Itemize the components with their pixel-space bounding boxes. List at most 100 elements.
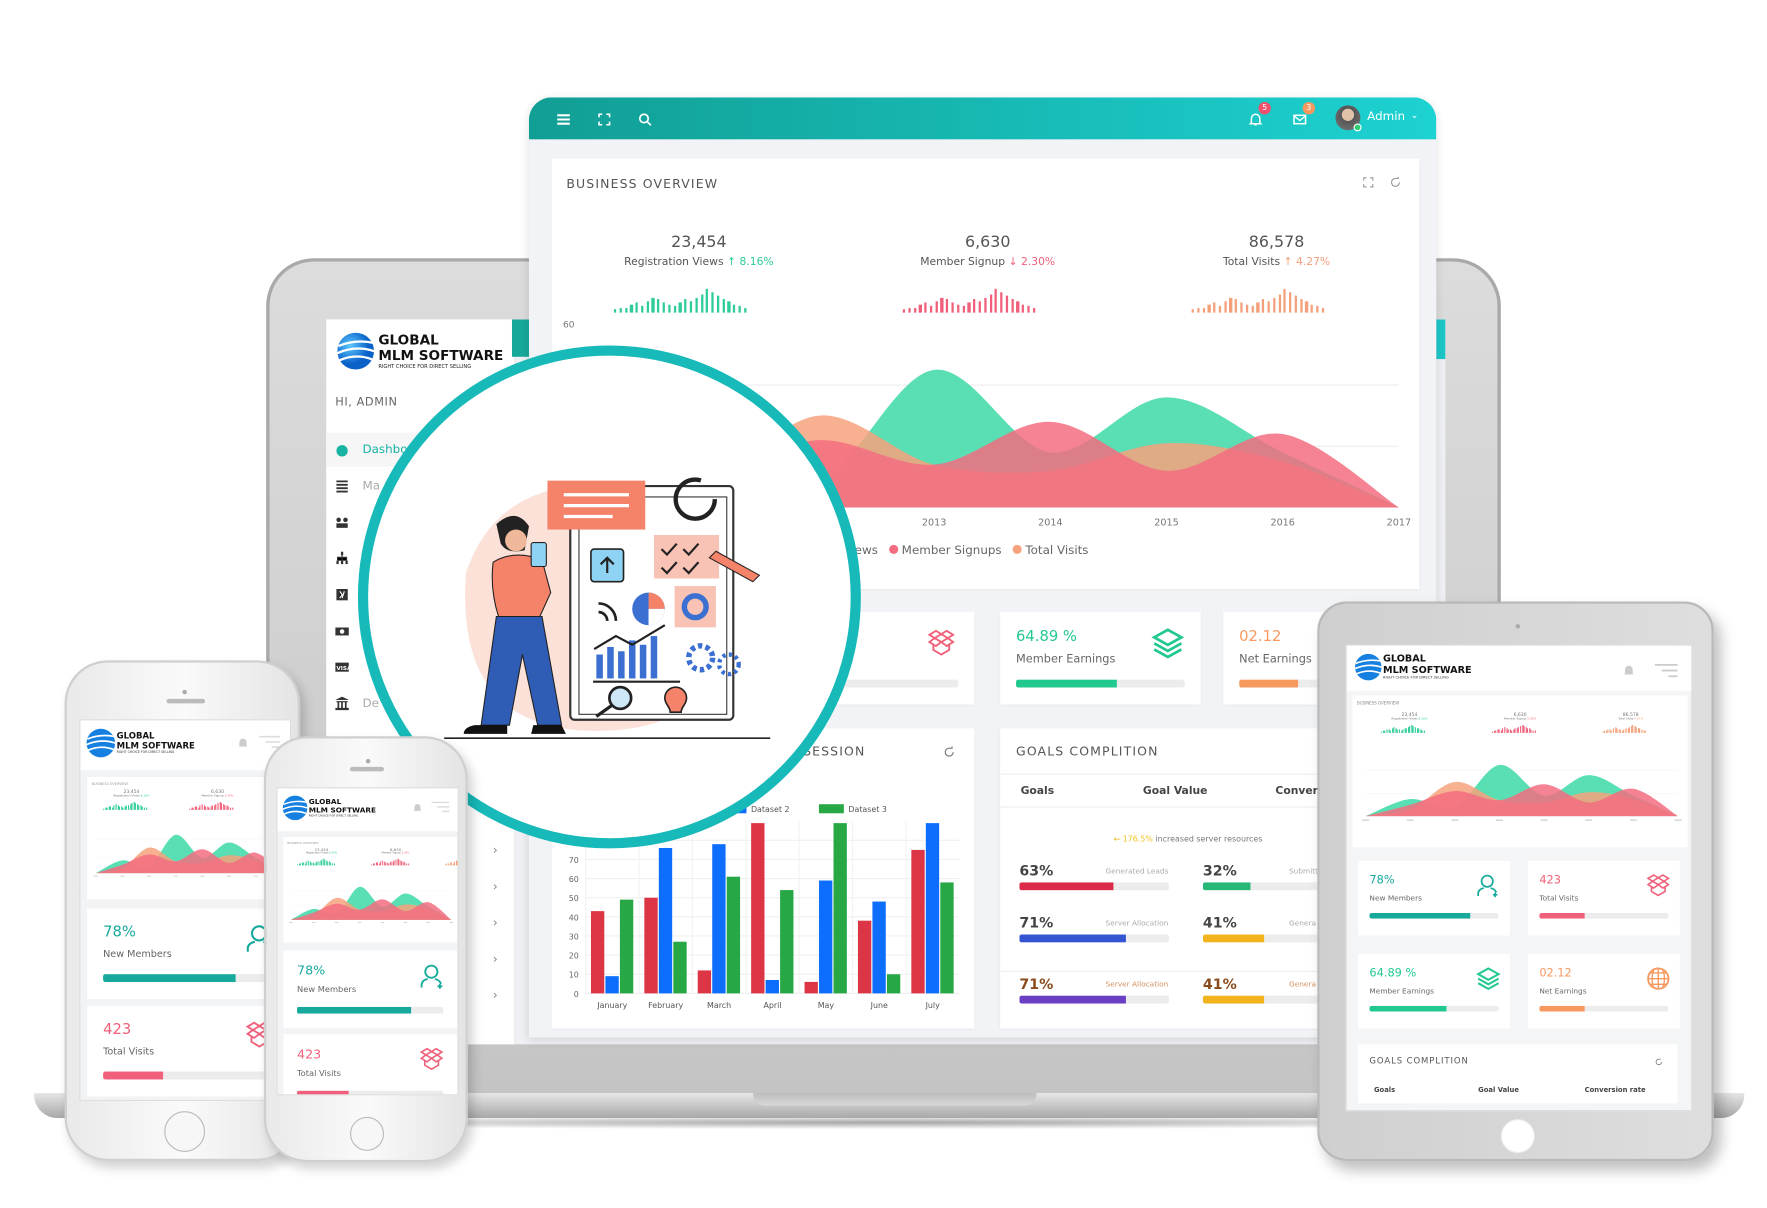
sparkline-bar	[716, 295, 720, 313]
user-avatar[interactable]	[1335, 105, 1362, 132]
column-header[interactable]: Goals	[1374, 1086, 1395, 1094]
fullscreen-button[interactable]	[597, 110, 612, 132]
card-title: BUSINESS OVERVIEW	[1356, 701, 1400, 706]
sparkline-bar	[1391, 728, 1393, 733]
phone-camera	[365, 758, 371, 764]
laptop-header-strip-right	[1436, 319, 1446, 360]
legend-item[interactable]: Total Visits	[1012, 544, 1089, 557]
brand-line1: GLOBAL	[378, 331, 439, 348]
goal-percent: 41%	[1202, 914, 1237, 932]
legend-item[interactable]: Member Signups	[889, 544, 1002, 557]
sparkline-bar	[199, 805, 201, 810]
sparkline-bar	[1523, 726, 1525, 733]
sparkline-bar	[1495, 731, 1497, 733]
mini-stats: 23,454 Registration Views 8.16% 6,630 Membe…	[283, 847, 458, 872]
sparkline-bar	[1534, 731, 1536, 733]
chevron-right-icon[interactable]: ›	[493, 988, 498, 1003]
refresh-icon[interactable]	[944, 746, 955, 757]
user-menu[interactable]: Admin ⌄	[1367, 110, 1418, 124]
bar-dataset-red-january	[590, 911, 605, 994]
visa-icon: VISA	[335, 662, 349, 672]
progress-bar	[297, 1006, 444, 1014]
sparkline-bar	[131, 803, 133, 810]
messages-button[interactable]: 3	[1292, 101, 1316, 132]
bell-icon[interactable]	[1622, 664, 1636, 678]
sparkline-bar	[1191, 309, 1195, 313]
sparkline-bar	[133, 801, 135, 810]
goal-percent: 63%	[1019, 861, 1054, 879]
bar-dataset-red-april	[751, 823, 765, 994]
sparkline-bar	[119, 806, 120, 810]
sparkline-bar	[743, 307, 747, 313]
sparkline-bar	[1520, 726, 1521, 733]
hamburger-icon[interactable]	[1653, 663, 1680, 679]
chevron-right-icon[interactable]: ›	[493, 879, 498, 894]
stat-label: New Members	[103, 949, 172, 961]
mini-stats: 23,454 Registration Views 8.16% 6,630 Membe…	[1352, 711, 1687, 745]
chevron-down-icon: ⌄	[1410, 109, 1419, 121]
sparkline-bar	[196, 806, 198, 810]
sparkline-bar	[203, 805, 205, 810]
trend-arrow-icon: ↑	[726, 255, 737, 269]
stat-label: New Members	[1369, 893, 1422, 903]
goals-note: ← 176.5% increased server resources	[1113, 834, 1263, 844]
y-tick-label: 40	[569, 913, 579, 922]
sparkline-bar	[1386, 729, 1388, 733]
sparkline-bar	[1420, 729, 1421, 733]
column-header[interactable]: Goals	[1021, 785, 1055, 797]
globe-logo-icon	[1354, 653, 1382, 681]
mobile-header: GLOBAL MLM SOFTWARE RIGHT CHOICE FOR DIREC…	[80, 720, 290, 771]
sparkline-bar	[1294, 295, 1297, 313]
sparkline-bar	[140, 805, 142, 810]
notifications-button[interactable]: 5	[1248, 101, 1271, 132]
overview-stat: 86,578Total Visits 4.27%	[1618, 711, 1644, 721]
stat-label: Total Visits	[103, 1046, 155, 1058]
home-button[interactable]	[164, 1111, 206, 1152]
chevron-right-icon[interactable]: ›	[493, 951, 498, 966]
refresh-icon[interactable]	[1655, 1058, 1663, 1066]
column-header[interactable]: Goal Value	[1478, 1086, 1519, 1094]
sparkline-bar	[104, 808, 106, 810]
chevron-right-icon[interactable]: ›	[493, 915, 498, 930]
y-tick-label: 50	[569, 894, 579, 903]
sparkline-bar	[1283, 288, 1287, 313]
sparkline-bar	[946, 299, 949, 313]
card-title: GOALS COMPLITION	[1369, 1055, 1469, 1066]
y-tick-label: 10	[569, 971, 579, 980]
box-icon	[419, 1047, 444, 1071]
column-header[interactable]: Goal Value	[1143, 785, 1208, 797]
x-tick-label	[288, 922, 293, 923]
home-button[interactable]	[1500, 1119, 1535, 1154]
overview-stat: 6,630 Member Signup 2.30%	[1503, 711, 1537, 721]
y-tick-label: 30	[569, 932, 579, 941]
expand-icon[interactable]	[1363, 177, 1374, 188]
hamburger-icon[interactable]	[430, 800, 451, 814]
stat-value: 02.12	[1239, 628, 1282, 646]
home-button[interactable]	[350, 1116, 384, 1151]
sparkline-bar	[913, 307, 917, 313]
menu-button[interactable]	[556, 110, 571, 132]
bell-icon[interactable]	[237, 736, 249, 750]
stat-value: 78%	[297, 963, 326, 979]
chevron-right-icon[interactable]: ›	[493, 843, 498, 858]
user-plus-icon	[1477, 874, 1498, 898]
overview-stat: 23,454 Registration Views 8.16%	[305, 846, 338, 855]
bar-dataset-red-june	[857, 920, 872, 994]
brand-tagline: RIGHT CHOICE FOR DIRECT SELLING	[378, 364, 472, 370]
sparkline-bar	[1498, 729, 1500, 733]
sparkline-bar	[978, 300, 982, 313]
legend-label: Dataset 3	[848, 805, 887, 814]
column-header[interactable]: Conversion rate	[1585, 1086, 1646, 1094]
refresh-icon[interactable]	[1390, 176, 1401, 188]
sparkline-bar	[657, 299, 660, 313]
sparkline-bar	[1224, 300, 1227, 313]
sparkline-bar	[902, 309, 906, 313]
sparkline-bar	[1382, 731, 1384, 733]
sparkline-bar	[1637, 728, 1639, 733]
x-tick-label	[1496, 819, 1503, 821]
bell-icon[interactable]	[412, 802, 423, 814]
envelope-icon	[1293, 114, 1307, 125]
progress-bar	[1539, 912, 1669, 919]
search-button[interactable]	[638, 110, 653, 132]
stat-label: Total Visits ↑ 4.27%	[1222, 255, 1331, 269]
